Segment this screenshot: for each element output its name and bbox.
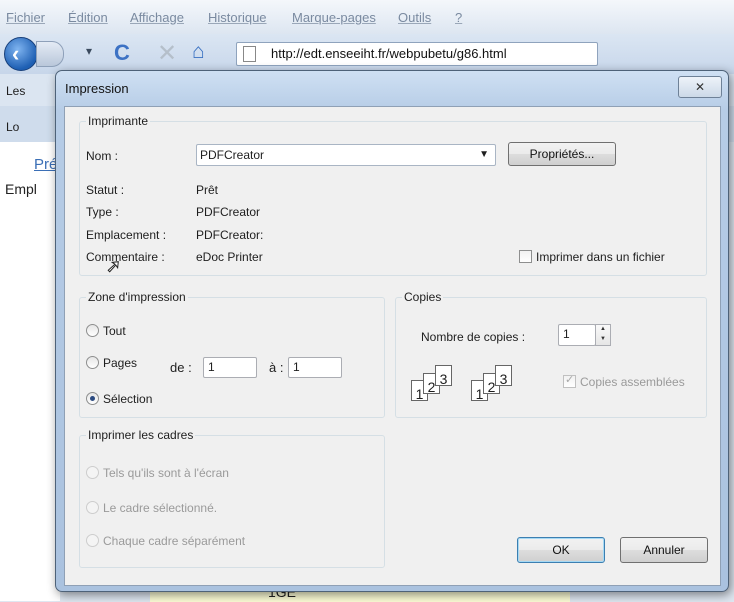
properties-button[interactable]: Propriétés... [508, 142, 616, 166]
print-range-legend: Zone d'impression [88, 290, 186, 304]
browser-menubar: Fichier Édition Affichage Historique Mar… [0, 0, 734, 34]
sheet-icon: 3 [495, 365, 512, 387]
printer-name-select[interactable]: PDFCreator ▼ [196, 144, 496, 166]
home-icon[interactable]: ⌂ [192, 40, 205, 64]
print-to-file-label: Imprimer dans un fichier [536, 250, 665, 264]
radio-all[interactable] [86, 324, 99, 337]
all-label: Tout [103, 324, 126, 338]
back-arrow-icon: ‹ [12, 41, 20, 66]
reload-icon[interactable]: C [114, 40, 130, 66]
check-icon: ✓ [565, 374, 575, 386]
radio-frames-selected[interactable] [86, 501, 99, 514]
spinner-down-icon[interactable]: ▼ [596, 335, 610, 345]
cancel-button[interactable]: Annuler [620, 537, 708, 563]
browser-tab[interactable]: Lo [6, 120, 19, 134]
menu-edition[interactable]: Édition [68, 10, 108, 25]
status-value: Prêt [196, 183, 219, 197]
chevron-down-icon: ▼ [479, 149, 489, 160]
close-button[interactable]: ✕ [678, 76, 722, 98]
bookmark-les[interactable]: Les [6, 84, 25, 98]
spinner-up-icon[interactable]: ▲ [596, 325, 610, 335]
ok-button[interactable]: OK [517, 537, 605, 563]
frames-option-each: Chaque cadre séparément [103, 534, 246, 548]
page-content [0, 142, 60, 601]
collate-checkbox[interactable]: ✓ [563, 374, 576, 388]
from-page-value: 1 [208, 360, 215, 374]
radio-selected-dot [90, 396, 95, 401]
status-label: Statut : [86, 183, 125, 197]
url-bar[interactable]: http://edt.enseeiht.fr/webpubetu/g86.htm… [236, 42, 598, 66]
sheet-icon: 3 [435, 365, 452, 387]
page-icon [243, 46, 256, 62]
selection-label: Sélection [103, 392, 153, 406]
to-label: à : [269, 360, 284, 375]
copies-spinner[interactable]: ▲ ▼ [595, 324, 611, 346]
pages-label: Pages [103, 356, 138, 370]
back-button[interactable]: ‹ [4, 37, 38, 71]
stop-icon[interactable]: ✕ [157, 39, 177, 68]
copies-count-value: 1 [563, 327, 570, 341]
collate-illustration-1: 1 2 3 [411, 365, 471, 405]
to-page-input[interactable]: 1 [288, 357, 342, 378]
dialog-body: Imprimante Nom : PDFCreator ▼ Propriétés… [64, 106, 721, 586]
mouse-cursor-icon: ➚ [105, 256, 122, 277]
to-page-value: 1 [293, 360, 300, 374]
name-label: Nom : [86, 149, 119, 163]
comment-value: eDoc Printer [196, 250, 263, 264]
comment-label: Commentaire : [86, 250, 165, 264]
print-dialog: Impression ✕ Imprimante Nom : PDFCreator… [55, 70, 729, 592]
printer-legend: Imprimante [88, 114, 149, 128]
close-icon: ✕ [694, 80, 706, 94]
menu-marque-pages[interactable]: Marque-pages [292, 10, 376, 25]
from-label: de : [170, 360, 192, 375]
dialog-title: Impression [65, 81, 129, 96]
collate-illustration-2: 1 2 3 [471, 365, 531, 405]
page-link[interactable]: Pré [34, 156, 57, 173]
type-value: PDFCreator [196, 205, 261, 219]
location-value: PDFCreator: [196, 228, 264, 242]
print-to-file-checkbox[interactable] [519, 250, 532, 263]
frames-option-as-screen: Tels qu'ils sont à l'écran [103, 466, 229, 480]
type-label: Type : [86, 205, 119, 219]
radio-pages[interactable] [86, 356, 99, 369]
menu-outils[interactable]: Outils [398, 10, 431, 25]
from-page-input[interactable]: 1 [203, 357, 257, 378]
radio-selection[interactable] [86, 392, 99, 405]
copies-count-input[interactable]: 1 [558, 324, 596, 346]
collate-label: Copies assemblées [580, 375, 685, 389]
frames-legend: Imprimer les cadres [88, 428, 194, 442]
printer-name-value: PDFCreator [200, 148, 265, 162]
menu-historique[interactable]: Historique [208, 10, 267, 25]
page-text: Empl [5, 181, 37, 197]
url-text: http://edt.enseeiht.fr/webpubetu/g86.htm… [271, 46, 507, 61]
forward-button[interactable] [36, 41, 64, 67]
menu-help[interactable]: ? [455, 10, 462, 25]
copies-legend: Copies [404, 290, 442, 304]
menu-fichier[interactable]: Fichier [6, 10, 45, 25]
radio-frames-as-screen[interactable] [86, 466, 99, 479]
copies-count-label: Nombre de copies : [421, 330, 526, 344]
radio-frames-each[interactable] [86, 534, 99, 547]
history-dropdown-icon[interactable]: ▾ [86, 44, 92, 58]
location-label: Emplacement : [86, 228, 167, 242]
menu-affichage[interactable]: Affichage [130, 10, 184, 25]
frames-option-selected: Le cadre sélectionné. [103, 501, 218, 515]
